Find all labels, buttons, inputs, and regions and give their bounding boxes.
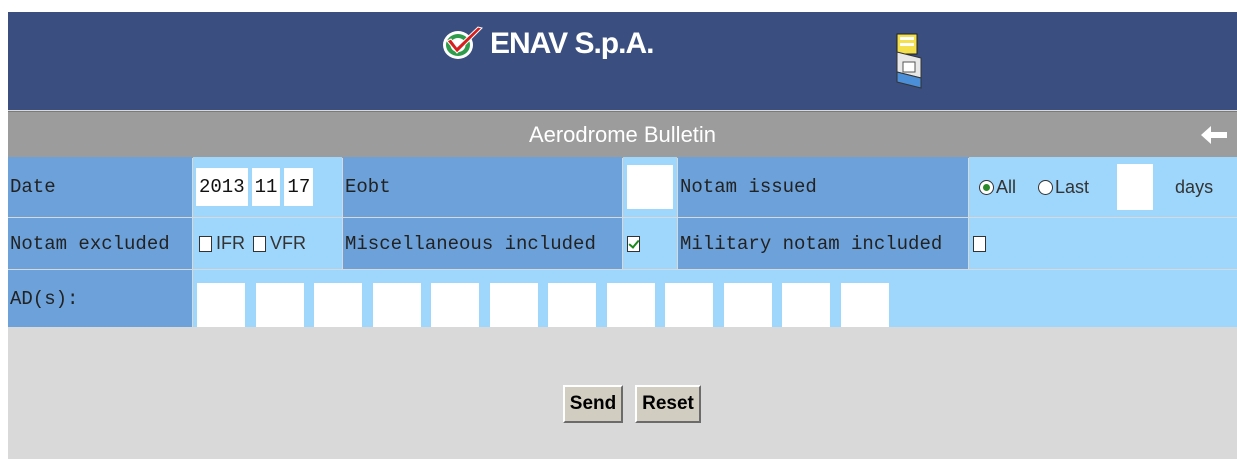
vfr-label: VFR [270, 233, 306, 253]
eobt-cell [623, 157, 677, 217]
military-checkbox[interactable] [973, 235, 986, 252]
ad-input[interactable] [373, 283, 421, 327]
military-label: Military notam included [678, 218, 968, 269]
issued-last-label: Last [1055, 176, 1090, 197]
notam-issued-options: All Last days [969, 157, 1237, 217]
date-day-input[interactable]: 17 [284, 168, 314, 206]
reset-button[interactable]: Reset [635, 385, 701, 423]
send-button[interactable]: Send [563, 385, 623, 423]
ad-input[interactable] [197, 283, 245, 327]
military-cell [969, 218, 1237, 269]
ad-input[interactable] [490, 283, 538, 327]
excluded-options: IFR VFR [193, 218, 342, 269]
ads-fields [193, 270, 1237, 327]
row-aerodromes: AD(s): [8, 270, 1237, 327]
enav-logo-icon [443, 26, 483, 59]
ad-input[interactable] [841, 283, 889, 327]
last-days-input[interactable] [1117, 164, 1154, 210]
eobt-input[interactable] [627, 165, 673, 209]
date-month-input[interactable]: 11 [251, 168, 281, 206]
ad-input[interactable] [431, 283, 479, 327]
notam-issued-label: Notam issued [678, 157, 968, 217]
printer-icon[interactable] [891, 32, 927, 94]
misc-cell [623, 218, 677, 269]
notam-excluded-label: Notam excluded [8, 218, 192, 269]
eobt-label: Eobt [343, 157, 622, 217]
row-date: Date 2013 11 17 Eobt Notam issued All La… [8, 157, 1237, 217]
row-exclusions: Notam excluded IFR VFR Miscellaneous inc… [8, 218, 1237, 269]
ad-input[interactable] [665, 283, 713, 327]
vfr-checkbox[interactable] [253, 235, 266, 252]
ifr-checkbox[interactable] [199, 235, 212, 252]
ad-input[interactable] [724, 283, 772, 327]
ad-input[interactable] [782, 283, 830, 327]
date-label: Date [8, 157, 192, 217]
header-banner: ENAV S.p.A. [8, 12, 1237, 110]
page-title: Aerodrome Bulletin [528, 122, 717, 147]
issued-all-label: All [996, 176, 1017, 197]
date-year-input[interactable]: 2013 [196, 168, 248, 206]
title-bar: Aerodrome Bulletin [8, 111, 1237, 158]
back-arrow-icon[interactable] [1197, 118, 1231, 152]
ad-input[interactable] [548, 283, 596, 327]
issued-all-radio[interactable] [979, 179, 994, 195]
app-window: ENAV S.p.A. Aerodrome Bulletin Date 2013… [8, 12, 1237, 459]
date-fields: 2013 11 17 [193, 157, 342, 217]
ifr-label: IFR [216, 233, 245, 253]
issued-last-radio[interactable] [1038, 179, 1054, 195]
days-label: days [1175, 176, 1214, 197]
ads-label: AD(s): [8, 270, 192, 327]
ad-input[interactable] [256, 283, 304, 327]
company-name: ENAV S.p.A. [490, 27, 654, 60]
ad-input[interactable] [314, 283, 362, 327]
misc-label: Miscellaneous included [343, 218, 622, 269]
ad-input[interactable] [607, 283, 655, 327]
misc-checkbox[interactable] [627, 235, 640, 252]
brand: ENAV S.p.A. [438, 24, 654, 64]
